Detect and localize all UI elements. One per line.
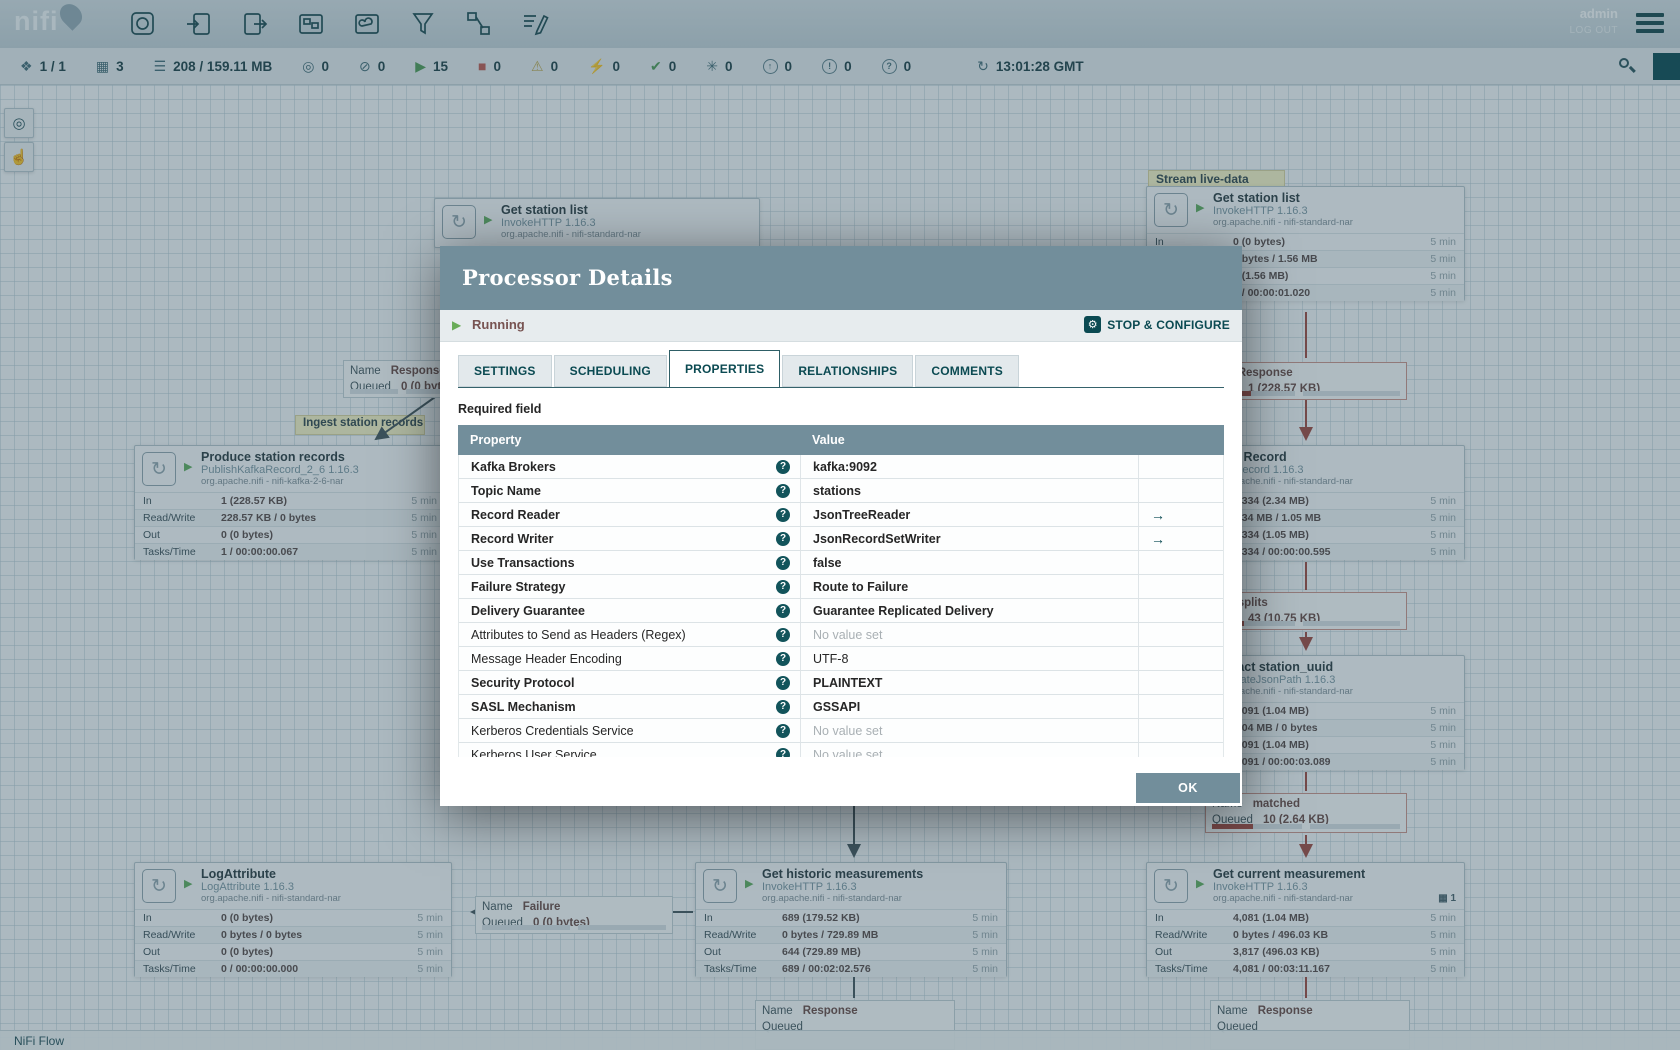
property-row: Record Reader? JsonTreeReader →: [459, 503, 1223, 527]
required-field-note: Required field: [458, 402, 542, 416]
property-value: UTF-8: [801, 647, 1139, 670]
property-row: Message Header Encoding? UTF-8: [459, 647, 1223, 671]
property-row: Attributes to Send as Headers (Regex)? N…: [459, 623, 1223, 647]
help-icon[interactable]: ?: [776, 508, 790, 522]
stop-and-configure-button[interactable]: ⚙ STOP & CONFIGURE: [1084, 316, 1230, 333]
property-row: Topic Name? stations: [459, 479, 1223, 503]
property-row: Kafka Brokers? kafka:9092: [459, 455, 1223, 479]
tab-properties[interactable]: PROPERTIES: [668, 350, 781, 388]
go-to-service-icon[interactable]: →: [1151, 531, 1165, 547]
help-icon[interactable]: ?: [776, 556, 790, 570]
property-value: No value set: [801, 743, 1139, 757]
tab-scheduling[interactable]: SCHEDULING: [553, 355, 667, 387]
property-value: No value set: [801, 623, 1139, 646]
property-value: JsonRecordSetWriter: [801, 527, 1139, 550]
property-row: Record Writer? JsonRecordSetWriter →: [459, 527, 1223, 551]
property-value: GSSAPI: [801, 695, 1139, 718]
help-icon[interactable]: ?: [776, 484, 790, 498]
property-row: Use Transactions? false: [459, 551, 1223, 575]
tab-settings[interactable]: SETTINGS: [458, 355, 552, 387]
property-value: Route to Failure: [801, 575, 1139, 598]
property-row: Security Protocol? PLAINTEXT: [459, 671, 1223, 695]
property-value: stations: [801, 479, 1139, 502]
property-value: false: [801, 551, 1139, 574]
property-value: Guarantee Replicated Delivery: [801, 599, 1139, 622]
help-icon[interactable]: ?: [776, 604, 790, 618]
dialog-tabs: SETTINGS SCHEDULING PROPERTIES RELATIONS…: [458, 350, 1224, 388]
help-icon[interactable]: ?: [776, 676, 790, 690]
help-icon[interactable]: ?: [776, 724, 790, 738]
property-value: PLAINTEXT: [801, 671, 1139, 694]
ok-button[interactable]: OK: [1136, 773, 1240, 803]
tab-relationships[interactable]: RELATIONSHIPS: [782, 355, 914, 387]
property-value: No value set: [801, 719, 1139, 742]
help-icon[interactable]: ?: [776, 580, 790, 594]
nifi-app: nifi admin LOG OUT ❖ 1 / 1 ▦ 3 ☰ 208 / 159.…: [0, 0, 1680, 1050]
help-icon[interactable]: ?: [776, 532, 790, 546]
gear-icon: ⚙: [1084, 316, 1102, 333]
dialog-status-bar: ▶ Running ⚙ STOP & CONFIGURE: [440, 310, 1242, 342]
help-icon[interactable]: ?: [776, 700, 790, 714]
tab-comments[interactable]: COMMENTS: [915, 355, 1019, 387]
property-row: Failure Strategy? Route to Failure: [459, 575, 1223, 599]
property-row: Delivery Guarantee? Guarantee Replicated…: [459, 599, 1223, 623]
help-icon[interactable]: ?: [776, 628, 790, 642]
property-row: Kerberos Credentials Service? No value s…: [459, 719, 1223, 743]
processor-details-dialog: Processor Details ▶ Running ⚙ STOP & CON…: [440, 246, 1242, 806]
help-icon[interactable]: ?: [776, 748, 790, 757]
dialog-title: Processor Details: [440, 246, 1242, 310]
property-value: JsonTreeReader: [801, 503, 1139, 526]
help-icon[interactable]: ?: [776, 652, 790, 666]
properties-table: Property Value Kafka Brokers? kafka:9092…: [458, 425, 1224, 757]
property-row: Kerberos User Service? No value set: [459, 743, 1223, 757]
go-to-service-icon[interactable]: →: [1151, 507, 1165, 523]
run-status-label: Running: [472, 317, 525, 332]
running-status-icon: ▶: [452, 318, 462, 332]
properties-table-header: Property Value: [458, 425, 1224, 455]
property-value: kafka:9092: [801, 455, 1139, 478]
help-icon[interactable]: ?: [776, 460, 790, 474]
property-row: SASL Mechanism? GSSAPI: [459, 695, 1223, 719]
